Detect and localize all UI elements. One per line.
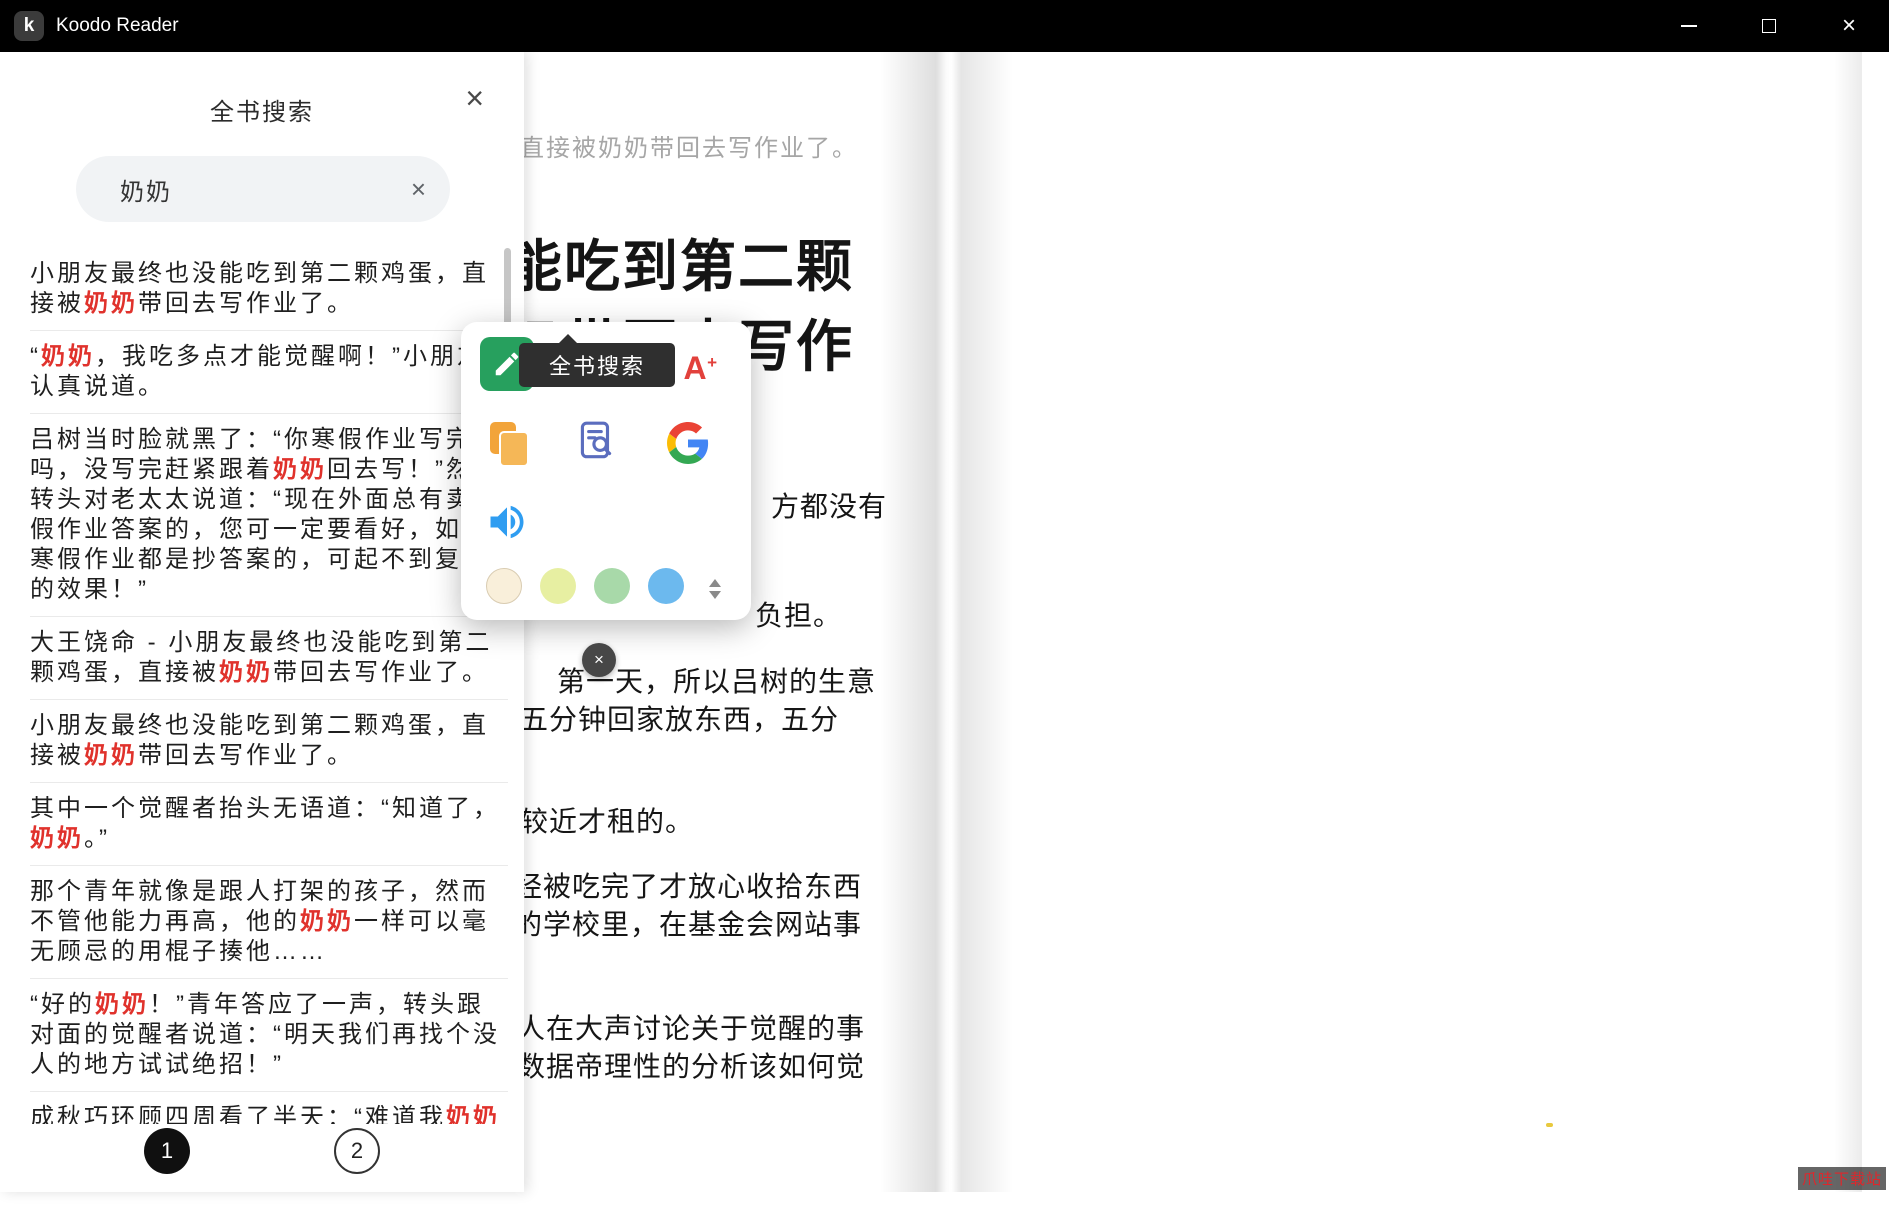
highlight-color-swatch[interactable] [540, 568, 576, 604]
pagination-page-1[interactable]: 1 [144, 1128, 190, 1174]
page-text-fragment: 五分钟回家放东西，五分 [520, 698, 839, 738]
page-text-fragment: 的学校里，在基金会网站事 [514, 903, 862, 943]
popup-close-button[interactable]: × [582, 643, 616, 677]
search-results: 小朋友最终也没能吃到第二颗鸡蛋，直接被奶奶带回去写作业了。“奶奶，我吃多点才能觉… [30, 248, 508, 1124]
pagination: 12 [0, 1128, 524, 1174]
highlight-color-swatch[interactable] [594, 568, 630, 604]
search-box: × [76, 156, 450, 222]
maximize-button[interactable] [1729, 0, 1809, 52]
cursor-dot [1546, 1123, 1553, 1127]
search-result-item[interactable]: 其中一个觉醒者抬头无语道：“知道了，奶奶。” [30, 783, 508, 866]
watermark: 爪哇下载站 [1798, 1167, 1886, 1190]
left-page-running-header: 直接被奶奶带回去写作业了。 [520, 128, 858, 163]
page-text-fragment: 负担。 [755, 594, 842, 634]
app-logo-icon: k [14, 11, 44, 41]
search-result-item[interactable]: “好的奶奶！”青年答应了一声，转头跟对面的觉醒者说道：“明天我们再找个没人的地方… [30, 979, 508, 1092]
selection-popup: 全书搜索 A+ [461, 322, 751, 620]
search-panel: 全书搜索 × × 小朋友最终也没能吃到第二颗鸡蛋，直接被奶奶带回去写作业了。“奶… [0, 52, 524, 1192]
search-result-item[interactable]: 小朋友最终也没能吃到第二颗鸡蛋，直接被奶奶带回去写作业了。 [30, 700, 508, 783]
clear-search-icon[interactable]: × [411, 176, 426, 202]
close-icon: × [1842, 14, 1856, 38]
page-text-fragment: 数据帝理性的分析该如何觉 [517, 1045, 865, 1085]
highlight-color-row [486, 568, 684, 604]
dict-search-icon[interactable] [573, 418, 619, 464]
titlebar: k Koodo Reader × [0, 0, 1889, 52]
app-title: Koodo Reader [56, 0, 179, 52]
search-tooltip: 全书搜索 [519, 343, 675, 387]
search-panel-title: 全书搜索 [0, 92, 524, 127]
window-controls: × [1649, 0, 1889, 52]
search-result-item[interactable]: 那个青年就像是跟人打架的孩子，然而不管他能力再高，他的奶奶一样可以毫无顾忌的用棍… [30, 866, 508, 979]
copy-icon[interactable] [488, 422, 530, 464]
close-button[interactable]: × [1809, 0, 1889, 52]
book-spine [880, 52, 1020, 1192]
color-sort-control[interactable] [707, 574, 723, 604]
page-text-fragment: 人在大声讨论关于觉醒的事 [517, 1007, 865, 1047]
highlight-color-swatch[interactable] [648, 568, 684, 604]
search-result-item[interactable]: 成秋巧环顾四周看了半天：“难道我奶奶说的是真的？” [30, 1092, 508, 1124]
page-text-fragment: 经被吃完了才放心收拾东西 [514, 865, 862, 905]
pagination-page-2[interactable]: 2 [334, 1128, 380, 1174]
right-page: 大王饶命 这种分析，基本就是建立在基金会网站公布的那些视频里，对觉醒种类和方式的… [1000, 52, 1862, 1192]
highlight-color-swatch[interactable] [486, 568, 522, 604]
pen-glyph [492, 349, 522, 379]
search-result-item[interactable]: 大王饶命 - 小朋友最终也没能吃到第二颗鸡蛋，直接被奶奶带回去写作业了。 [30, 617, 508, 700]
arrow-down-icon [709, 591, 721, 599]
page-text-fragment: 较近才租的。 [520, 800, 694, 840]
search-result-item[interactable]: 小朋友最终也没能吃到第二颗鸡蛋，直接被奶奶带回去写作业了。 [30, 248, 508, 331]
maximize-icon [1762, 19, 1776, 33]
minimize-icon [1681, 25, 1697, 27]
arrow-up-icon [709, 579, 721, 587]
search-result-item[interactable]: “奶奶，我吃多点才能觉醒啊！”小朋友认真说道。 [30, 331, 508, 414]
speaker-icon[interactable] [485, 500, 529, 544]
search-result-item[interactable]: 吕树当时脸就黑了：“你寒假作业写完了吗，没写完赶紧跟着奶奶回去写！”然后转头对老… [30, 414, 508, 617]
translate-icon[interactable]: A+ [675, 348, 715, 388]
page-text-fragment: 方都没有 [771, 485, 887, 525]
google-search-icon[interactable] [667, 422, 709, 464]
minimize-button[interactable] [1649, 0, 1729, 52]
search-input[interactable] [76, 156, 450, 222]
panel-close-icon[interactable]: × [465, 82, 484, 114]
selection-zoom-line-1: 能吃到第二颗 [506, 222, 854, 303]
